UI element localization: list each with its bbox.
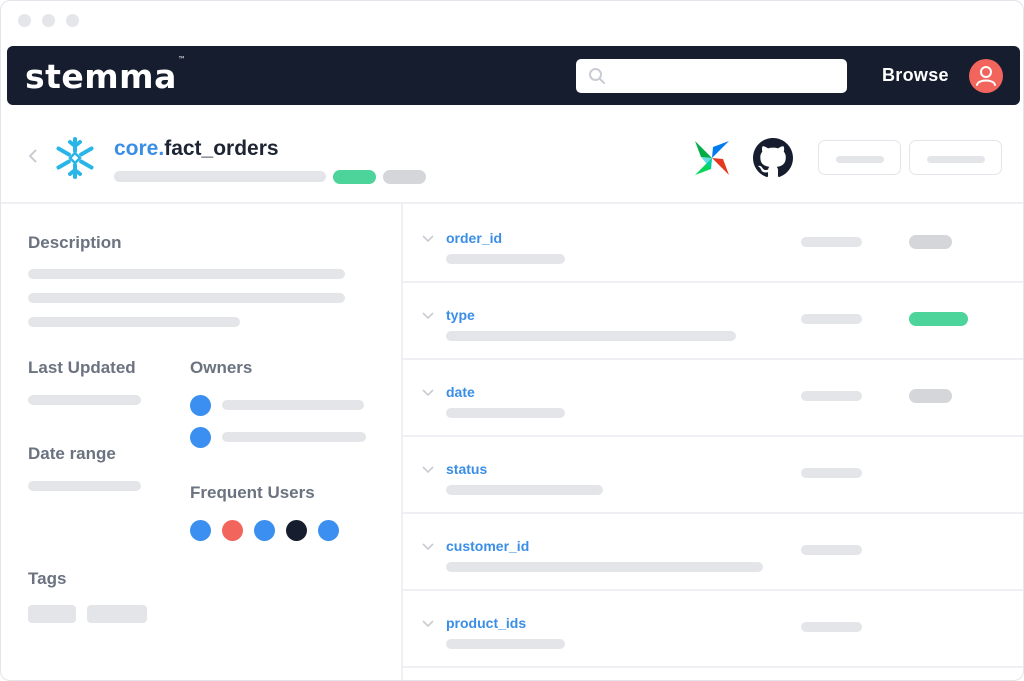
github-icon[interactable] <box>753 138 793 178</box>
column-name[interactable]: order_id <box>446 230 502 246</box>
minimize-window-button[interactable] <box>42 14 55 27</box>
tag-chip[interactable] <box>28 605 76 623</box>
column-row[interactable]: date <box>403 360 1023 437</box>
last-updated-value <box>28 395 141 405</box>
column-description <box>446 485 603 495</box>
column-type <box>801 622 862 632</box>
column-row[interactable]: type <box>403 283 1023 360</box>
column-row[interactable]: order_id <box>403 206 1023 283</box>
column-type <box>801 314 862 324</box>
owner-avatar[interactable] <box>190 395 211 416</box>
date-range-label: Date range <box>28 444 116 463</box>
column-name[interactable]: product_ids <box>446 615 526 631</box>
schema-name[interactable]: core. <box>114 137 164 160</box>
owner-name <box>222 400 364 410</box>
owner-avatar[interactable] <box>190 427 211 448</box>
column-description <box>446 639 565 649</box>
window-controls <box>18 14 79 27</box>
chevron-down-icon[interactable] <box>422 311 434 321</box>
column-description <box>446 562 763 572</box>
column-row[interactable]: status <box>403 437 1023 514</box>
column-type <box>801 468 862 478</box>
table-name: fact_orders <box>164 137 279 160</box>
column-description <box>446 254 565 264</box>
column-name[interactable]: type <box>446 307 475 323</box>
chevron-down-icon[interactable] <box>422 542 434 552</box>
page-title: core.fact_orders <box>114 137 279 161</box>
column-name[interactable]: customer_id <box>446 538 529 554</box>
column-name[interactable]: date <box>446 384 475 400</box>
chevron-down-icon[interactable] <box>422 234 434 244</box>
search-input[interactable] <box>576 59 847 93</box>
tag-chip[interactable] <box>87 605 147 623</box>
top-navbar: stemma™ Browse <box>7 46 1020 105</box>
subtitle-placeholder <box>114 171 326 182</box>
owners-label: Owners <box>190 358 253 377</box>
column-badge <box>909 389 952 403</box>
column-name[interactable]: status <box>446 461 487 477</box>
column-badge <box>909 312 968 326</box>
column-description <box>446 408 565 418</box>
action-button-1[interactable] <box>818 140 901 175</box>
browse-link[interactable]: Browse <box>882 65 949 86</box>
column-description <box>446 331 736 341</box>
column-row[interactable]: customer_id <box>403 514 1023 591</box>
snowflake-icon <box>56 137 94 179</box>
column-type <box>801 237 862 247</box>
search-icon <box>589 68 605 84</box>
last-updated-label: Last Updated <box>28 358 136 377</box>
airflow-icon[interactable] <box>691 137 733 179</box>
frequent-user-avatar[interactable] <box>190 520 211 541</box>
header-divider <box>1 202 1023 204</box>
tags-label: Tags <box>28 569 67 588</box>
frequent-user-avatar[interactable] <box>254 520 275 541</box>
app-window: stemma™ Browse core.fact_orders Descript… <box>0 0 1024 681</box>
chevron-down-icon[interactable] <box>422 465 434 475</box>
frequent-user-avatar[interactable] <box>286 520 307 541</box>
description-line-2 <box>28 293 345 303</box>
user-avatar[interactable] <box>969 59 1003 93</box>
stemma-logo[interactable]: stemma™ <box>25 55 186 96</box>
back-chevron-icon[interactable] <box>26 147 40 165</box>
column-badge <box>909 235 952 249</box>
owner-name <box>222 432 366 442</box>
description-line-1 <box>28 269 345 279</box>
description-label: Description <box>28 233 122 252</box>
status-badge <box>333 170 376 184</box>
user-icon <box>976 66 996 86</box>
tag-badge <box>383 170 426 184</box>
chevron-down-icon[interactable] <box>422 388 434 398</box>
close-window-button[interactable] <box>18 14 31 27</box>
chevron-down-icon[interactable] <box>422 619 434 629</box>
frequent-user-avatar[interactable] <box>318 520 339 541</box>
column-type <box>801 545 862 555</box>
maximize-window-button[interactable] <box>66 14 79 27</box>
frequent-users-label: Frequent Users <box>190 483 315 502</box>
column-row[interactable]: product_ids <box>403 591 1023 668</box>
column-type <box>801 391 862 401</box>
date-range-value <box>28 481 141 491</box>
frequent-user-avatar[interactable] <box>222 520 243 541</box>
action-button-2[interactable] <box>909 140 1002 175</box>
description-line-3 <box>28 317 240 327</box>
